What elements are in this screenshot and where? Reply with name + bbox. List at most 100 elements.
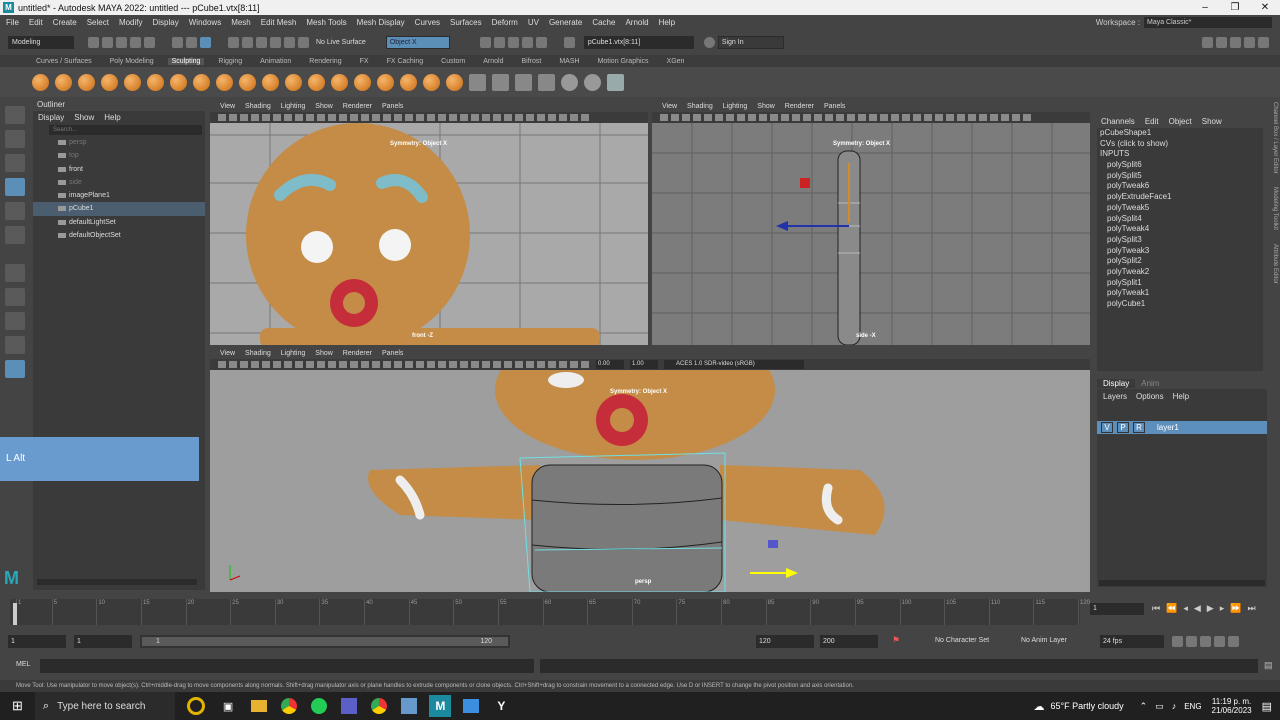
- eraser-tool-icon[interactable]: [607, 73, 624, 91]
- layer-row[interactable]: V P R layer1: [1097, 421, 1267, 434]
- timeline-track[interactable]: 1 5 10 15 20 25 30 35 40 45 50 55 60 65 70 75 80 85 90 95 10…: [10, 599, 1090, 625]
- shelf-tab-curves[interactable]: Curves / Surfaces: [32, 58, 96, 65]
- vp-front-shading-menu[interactable]: Shading: [245, 103, 271, 110]
- wireframe-icon[interactable]: [515, 73, 532, 91]
- outliner-menu-display[interactable]: Display: [38, 113, 64, 122]
- step-forward-key-icon[interactable]: ⏩: [1230, 603, 1241, 614]
- layer-menu-help[interactable]: Help: [1173, 392, 1189, 401]
- history-node[interactable]: polySplit6: [1097, 160, 1263, 171]
- anim-layer-dropdown[interactable]: No Anim Layer: [1021, 637, 1067, 644]
- foamy-brush-icon[interactable]: [170, 73, 187, 91]
- vp-front-renderer-menu[interactable]: Renderer: [343, 103, 372, 110]
- cvs-row[interactable]: CVs (click to show): [1097, 139, 1263, 150]
- snap-view-icon[interactable]: [270, 36, 281, 48]
- select-component-icon[interactable]: [200, 36, 211, 48]
- go-to-start-icon[interactable]: ⏮: [1152, 603, 1160, 614]
- history-node[interactable]: polySplit1: [1097, 278, 1263, 289]
- script-editor-icon[interactable]: ▤: [1264, 660, 1273, 671]
- sculpt-layer-icon[interactable]: [561, 73, 578, 91]
- repeat-brush-icon[interactable]: [216, 73, 233, 91]
- menu-mesh[interactable]: Mesh: [231, 18, 251, 27]
- vp-side-renderer-menu[interactable]: Renderer: [785, 103, 814, 110]
- outliner-item-front[interactable]: front: [33, 163, 205, 176]
- vp-front-show-menu[interactable]: Show: [315, 103, 333, 110]
- step-back-frame-icon[interactable]: ◂: [1183, 603, 1188, 614]
- yahoo-icon[interactable]: Y: [497, 699, 505, 713]
- side-viewport[interactable]: View Shading Lighting Show Renderer Pane…: [652, 101, 1090, 345]
- input-mode-icon[interactable]: [563, 36, 575, 48]
- shelf-tab-xgen[interactable]: XGen: [663, 58, 689, 65]
- teams-icon[interactable]: [341, 698, 358, 714]
- render-view-icon[interactable]: [535, 36, 547, 48]
- whatsapp-icon[interactable]: [311, 698, 328, 714]
- menu-windows[interactable]: Windows: [189, 18, 221, 27]
- scrape-brush-icon[interactable]: [285, 73, 302, 91]
- outliner-item-side[interactable]: side: [33, 176, 205, 189]
- history-node[interactable]: polyTweak3: [1097, 246, 1263, 257]
- history-node[interactable]: polySplit3: [1097, 235, 1263, 246]
- outliner-menu-show[interactable]: Show: [74, 113, 94, 122]
- close-icon[interactable]: ✕: [1250, 0, 1280, 15]
- select-tool-icon[interactable]: [5, 106, 25, 124]
- vp-persp-panels-menu[interactable]: Panels: [382, 350, 403, 357]
- menu-edit-mesh[interactable]: Edit Mesh: [261, 18, 297, 27]
- modeling-toolkit-icon[interactable]: [1202, 36, 1213, 48]
- menu-modify[interactable]: Modify: [119, 18, 143, 27]
- menu-mesh-display[interactable]: Mesh Display: [357, 18, 405, 27]
- save-scene-icon[interactable]: [116, 36, 127, 48]
- range-handle[interactable]: 1 120: [142, 637, 508, 646]
- front-viewport-iconbar[interactable]: [210, 112, 648, 123]
- select-object-icon[interactable]: [186, 36, 197, 48]
- shelf-tab-rendering[interactable]: Rendering: [305, 58, 345, 65]
- sound-icon[interactable]: [1186, 636, 1197, 647]
- snap-surface-icon[interactable]: [284, 36, 295, 48]
- tool-settings-icon[interactable]: [1244, 36, 1255, 48]
- task-view-icon[interactable]: ▣: [223, 700, 233, 713]
- relax-brush-icon[interactable]: [78, 73, 95, 91]
- file-explorer-icon[interactable]: [251, 700, 268, 712]
- scene-end-field[interactable]: 200: [820, 635, 878, 648]
- layer-name[interactable]: layer1: [1157, 423, 1179, 432]
- app-icon[interactable]: [401, 698, 418, 714]
- menu-deform[interactable]: Deform: [492, 18, 518, 27]
- layer-menu-options[interactable]: Options: [1136, 392, 1164, 401]
- vp-side-show-menu[interactable]: Show: [757, 103, 775, 110]
- current-frame-marker[interactable]: [13, 603, 17, 625]
- volume-icon[interactable]: ♪: [1172, 701, 1177, 711]
- history-node[interactable]: polyTweak2: [1097, 267, 1263, 278]
- weather-text[interactable]: 65°F Partly cloudy: [1051, 701, 1124, 711]
- smear-brush-icon[interactable]: [354, 73, 371, 91]
- outliner-layout-icon[interactable]: [5, 360, 25, 378]
- history-node[interactable]: polyCube1: [1097, 299, 1263, 310]
- menu-surfaces[interactable]: Surfaces: [450, 18, 482, 27]
- maximize-icon[interactable]: ❐: [1220, 0, 1250, 15]
- workspace-dropdown[interactable]: Maya Classic*: [1144, 17, 1272, 28]
- menu-mesh-tools[interactable]: Mesh Tools: [306, 18, 346, 27]
- wax-brush-icon[interactable]: [262, 73, 279, 91]
- go-to-end-icon[interactable]: ⏭: [1247, 603, 1255, 614]
- menu-display[interactable]: Display: [153, 18, 179, 27]
- menu-uv[interactable]: UV: [528, 18, 539, 27]
- paint-select-tool-icon[interactable]: [5, 154, 25, 172]
- attribute-editor-icon[interactable]: [1230, 36, 1241, 48]
- outliner-search-input[interactable]: Search...: [49, 125, 202, 135]
- snap-grid-icon[interactable]: [228, 36, 239, 48]
- knife-brush-icon[interactable]: [331, 73, 348, 91]
- layer-tab-display[interactable]: Display: [1097, 378, 1136, 388]
- layer-visible-toggle[interactable]: V: [1101, 422, 1113, 433]
- spray-brush-icon[interactable]: [193, 73, 210, 91]
- graph-editor-icon[interactable]: [1214, 636, 1225, 647]
- outliner-item-persp[interactable]: persp: [33, 136, 205, 149]
- freeze-brush-icon[interactable]: [423, 73, 440, 91]
- snap-point-icon[interactable]: [256, 36, 267, 48]
- network-icon[interactable]: ▭: [1155, 701, 1164, 712]
- side-by-side-icon[interactable]: [5, 336, 25, 354]
- sign-in-dropdown[interactable]: Sign In: [717, 35, 784, 49]
- shelf-tab-sculpting[interactable]: Sculpting: [167, 57, 205, 65]
- four-view-icon[interactable]: [5, 312, 25, 330]
- vp-persp-shading-menu[interactable]: Shading: [245, 350, 271, 357]
- sculpt-brush-icon[interactable]: [32, 73, 49, 91]
- render-settings-icon[interactable]: [507, 36, 519, 48]
- colorspace-dropdown[interactable]: ACES 1.0 SDR-video (sRGB): [664, 360, 804, 369]
- maya-taskbar-icon[interactable]: M: [429, 695, 452, 717]
